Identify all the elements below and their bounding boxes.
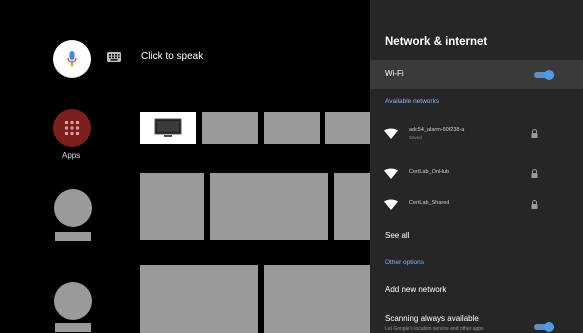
- network-item[interactable]: CertLab_OnHub: [370, 163, 583, 187]
- network-item[interactable]: adc54_alarm-60f238-a Saved: [370, 123, 583, 147]
- network-name: adc54_alarm-60f238-a: [409, 127, 465, 133]
- wifi-signal-icon: [384, 199, 398, 210]
- channel-avatar: [54, 189, 92, 227]
- see-all-button[interactable]: See all: [385, 231, 409, 240]
- app-tile[interactable]: [202, 112, 258, 144]
- mic-icon: [67, 51, 77, 67]
- network-name: CertLab_Shared: [409, 200, 450, 206]
- keyboard-icon[interactable]: [107, 52, 121, 62]
- wifi-toggle[interactable]: [534, 70, 554, 80]
- tv-home-screen: Click to speak Apps Network & internet W…: [0, 0, 583, 333]
- channel-avatar: [54, 282, 92, 320]
- available-networks-header: Available networks: [385, 98, 440, 105]
- app-tile[interactable]: [264, 112, 320, 144]
- network-name: CertLab_OnHub: [409, 169, 450, 175]
- wifi-toggle-row[interactable]: Wi-Fi: [370, 60, 583, 89]
- network-item[interactable]: CertLab_Shared: [370, 194, 583, 218]
- channel-label-placeholder: [55, 323, 91, 332]
- wifi-label: Wi-Fi: [385, 69, 404, 78]
- lock-icon: [531, 129, 538, 138]
- network-settings-panel: Network & internet Wi-Fi Available netwo…: [370, 0, 583, 333]
- wifi-signal-icon: [384, 128, 398, 139]
- other-options-header: Other options: [385, 259, 425, 266]
- content-tile[interactable]: [264, 265, 370, 333]
- tv-icon: [154, 118, 182, 137]
- network-status: Saved: [409, 135, 422, 140]
- content-tile[interactable]: [140, 173, 204, 240]
- lock-icon: [531, 169, 538, 178]
- apps-button[interactable]: [53, 109, 91, 147]
- scanning-toggle[interactable]: [534, 322, 554, 332]
- app-tile[interactable]: [325, 112, 370, 144]
- search-prompt-label[interactable]: Click to speak: [141, 51, 203, 62]
- app-tile-tv[interactable]: [140, 112, 196, 144]
- scanning-description: Let Google's location service and other …: [385, 326, 484, 332]
- voice-search-button[interactable]: [53, 40, 91, 78]
- content-tile[interactable]: [334, 173, 370, 240]
- lock-icon: [531, 200, 538, 209]
- content-tile[interactable]: [140, 265, 258, 333]
- channel-label-placeholder: [55, 232, 91, 241]
- grid-icon: [65, 121, 79, 135]
- scanning-label: Scanning always available: [385, 314, 479, 323]
- content-tile[interactable]: [210, 173, 328, 240]
- wifi-signal-icon: [384, 168, 398, 179]
- panel-title: Network & internet: [385, 36, 488, 48]
- apps-label: Apps: [62, 151, 81, 160]
- add-network-button[interactable]: Add new network: [385, 285, 446, 294]
